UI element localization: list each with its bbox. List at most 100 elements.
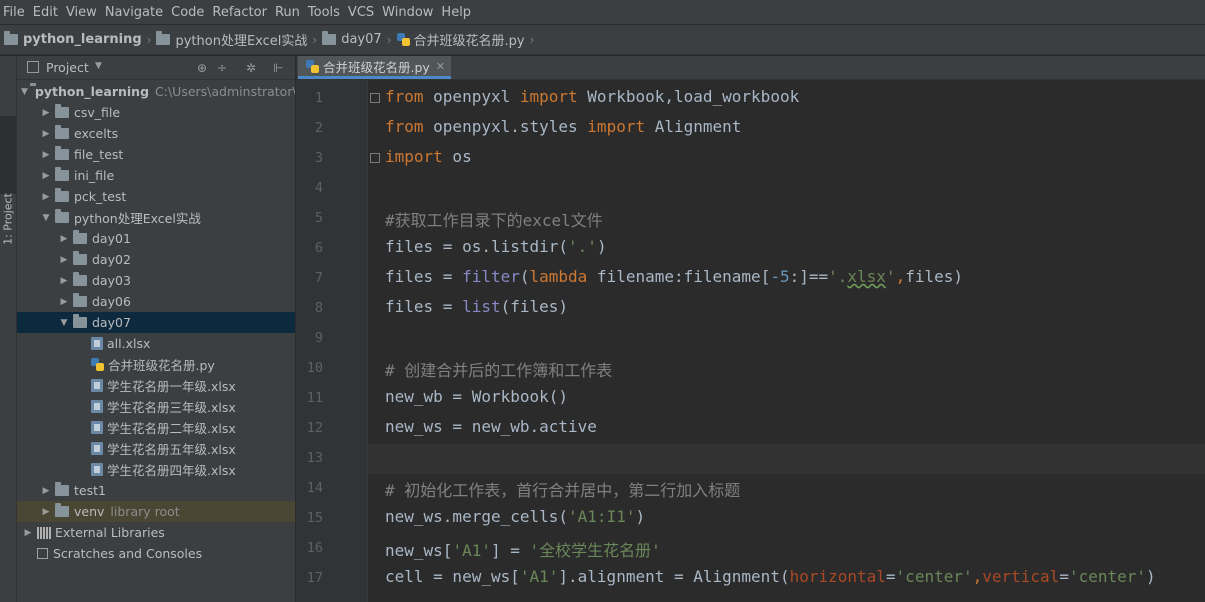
tree-item[interactable]: 合并班级花名册.py [17, 354, 295, 375]
menu-run[interactable]: Run [272, 5, 305, 20]
menu-code[interactable]: Code [168, 5, 209, 20]
code-token: files) [905, 267, 963, 286]
collapsed-arrow-icon[interactable]: ▶ [39, 150, 53, 160]
tree-item[interactable]: ▶ csv_file [17, 102, 295, 123]
tree-item[interactable]: ▼ python_learning C:\Users\adminstrator\ [17, 81, 295, 102]
tree-item[interactable]: 学生花名册二年级.xlsx [17, 417, 295, 438]
fold-marker-icon[interactable] [370, 93, 380, 103]
code-token: ) [1146, 567, 1156, 586]
collapsed-arrow-icon[interactable]: ▶ [39, 192, 53, 202]
menu-view[interactable]: View [63, 5, 102, 20]
project-view-selector[interactable]: Project [46, 60, 89, 75]
breadcrumb-item[interactable]: 合并班级花名册.py [396, 30, 525, 49]
menu-help[interactable]: Help [438, 5, 476, 20]
project-panel: Project ▼ ⊕ ÷ ✲ ⊩ ▼ python_learning C:\Use… [17, 56, 295, 602]
collapsed-arrow-icon[interactable]: ▶ [39, 129, 53, 139]
expanded-arrow-icon[interactable]: ▼ [21, 87, 28, 97]
tree-item-label: excelts [74, 126, 119, 141]
tree-item[interactable]: ▶ day02 [17, 249, 295, 270]
tree-item[interactable]: 学生花名册五年级.xlsx [17, 438, 295, 459]
code-token: vertical [982, 567, 1060, 586]
code-line[interactable]: files = list(files) [385, 297, 568, 316]
code-line[interactable]: cell = new_ws['A1'].alignment = Alignmen… [385, 567, 1156, 586]
code-line[interactable]: files = os.listdir('.') [385, 237, 607, 256]
collapsed-arrow-icon[interactable]: ▶ [57, 234, 71, 244]
project-tool-tab[interactable]: 1: Project [0, 116, 16, 245]
tree-item[interactable]: ▶ day03 [17, 270, 295, 291]
breadcrumb-item[interactable]: python处理Excel实战 [156, 30, 307, 49]
tree-item[interactable]: ▼ python处理Excel实战 [17, 207, 295, 228]
collapse-all-icon[interactable]: ÷ [217, 61, 227, 75]
code-line[interactable]: new_wb = Workbook() [385, 387, 568, 406]
hide-panel-icon[interactable]: ⊩ [273, 61, 283, 75]
code-line[interactable]: import os [385, 147, 472, 166]
collapsed-arrow-icon[interactable]: ▶ [57, 255, 71, 265]
menu-edit[interactable]: Edit [30, 5, 63, 20]
tree-item[interactable]: ▶ day06 [17, 291, 295, 312]
breadcrumb-item[interactable]: python_learning [4, 31, 142, 47]
code-line[interactable]: # 初始化工作表，首行合并居中，第二行加入标题 [385, 477, 740, 501]
tree-item[interactable]: ▼ day07 [17, 312, 295, 333]
tree-item-label: 合并班级花名册.py [108, 358, 215, 373]
menu-refactor[interactable]: Refactor [209, 5, 272, 20]
menu-tools[interactable]: Tools [305, 5, 345, 20]
expanded-arrow-icon[interactable]: ▼ [39, 213, 53, 223]
tree-item[interactable]: 学生花名册四年级.xlsx [17, 459, 295, 480]
expanded-arrow-icon[interactable]: ▼ [57, 318, 71, 328]
tree-item[interactable]: ▶ ini_file [17, 165, 295, 186]
tree-item[interactable]: ▶ External Libraries [17, 522, 295, 543]
code-line[interactable]: new_ws['A1'] = '全校学生花名册' [385, 537, 661, 561]
code-line[interactable]: new_ws.merge_cells('A1:I1') [385, 507, 645, 526]
tree-item[interactable]: Scratches and Consoles [17, 543, 295, 564]
tree-item[interactable]: ▶ pck_test [17, 186, 295, 207]
menu-file[interactable]: File [0, 5, 30, 20]
folder-icon [55, 146, 69, 160]
code-token: files = os.listdir( [385, 237, 569, 256]
code-token: = [885, 567, 896, 586]
collapsed-arrow-icon[interactable]: ▶ [39, 507, 53, 517]
tree-item[interactable]: ▶ file_test [17, 144, 295, 165]
collapsed-arrow-icon[interactable]: ▶ [39, 171, 53, 181]
tool-window-strip: 1: Project [0, 56, 17, 602]
menu-vcs[interactable]: VCS [345, 5, 379, 20]
python-file-icon [91, 358, 104, 371]
code-token: filename:filename[ [587, 267, 771, 286]
breadcrumb-item[interactable]: day07 [322, 31, 382, 47]
code-token: from [385, 117, 424, 136]
view-dropdown-icon[interactable]: ▼ [95, 61, 102, 71]
fold-marker-icon[interactable] [370, 153, 380, 163]
menu-navigate[interactable]: Navigate [102, 5, 168, 20]
chevron-right-icon: › [529, 32, 535, 47]
chevron-right-icon: › [146, 32, 152, 47]
code-token: import [587, 117, 646, 136]
tree-item-label: day06 [92, 294, 131, 309]
code-area[interactable]: from openpyxl import Workbook,load_workb… [297, 56, 1205, 602]
collapsed-arrow-icon[interactable]: ▶ [39, 486, 53, 496]
tree-item[interactable]: all.xlsx [17, 333, 295, 354]
settings-gear-icon[interactable]: ✲ [246, 61, 256, 75]
project-panel-header: Project ▼ ⊕ ÷ ✲ ⊩ [17, 56, 295, 80]
tree-item[interactable]: ▶ day01 [17, 228, 295, 249]
collapsed-arrow-icon[interactable]: ▶ [57, 297, 71, 307]
code-line[interactable]: from openpyxl import Workbook,load_workb… [385, 87, 799, 106]
tree-item[interactable]: 学生花名册一年级.xlsx [17, 375, 295, 396]
code-line[interactable]: new_ws = new_wb.active [385, 417, 597, 436]
code-line[interactable]: # 创建合并后的工作簿和工作表 [385, 357, 612, 381]
tree-item[interactable]: ▶ venv library root [17, 501, 295, 522]
collapsed-arrow-icon[interactable]: ▶ [39, 108, 53, 118]
code-token: = [1059, 567, 1069, 586]
collapsed-arrow-icon[interactable]: ▶ [57, 276, 71, 286]
code-line[interactable]: #获取工作目录下的excel文件 [385, 207, 603, 231]
tree-item[interactable]: ▶ excelts [17, 123, 295, 144]
code-line[interactable]: files = filter(lambda filename:filename[… [385, 267, 963, 286]
tree-item[interactable]: 学生花名册三年级.xlsx [17, 396, 295, 417]
folder-icon [55, 209, 69, 223]
code-token: #获取工作目录下的excel文件 [385, 211, 603, 230]
code-token: '. [828, 267, 848, 286]
tree-item[interactable]: ▶ test1 [17, 480, 295, 501]
collapsed-arrow-icon[interactable]: ▶ [21, 528, 35, 538]
code-token: new_ws[ [385, 541, 453, 560]
code-line[interactable]: from openpyxl.styles import Alignment [385, 117, 741, 136]
menu-window[interactable]: Window [379, 5, 438, 20]
scroll-from-source-icon[interactable]: ⊕ [197, 61, 207, 75]
